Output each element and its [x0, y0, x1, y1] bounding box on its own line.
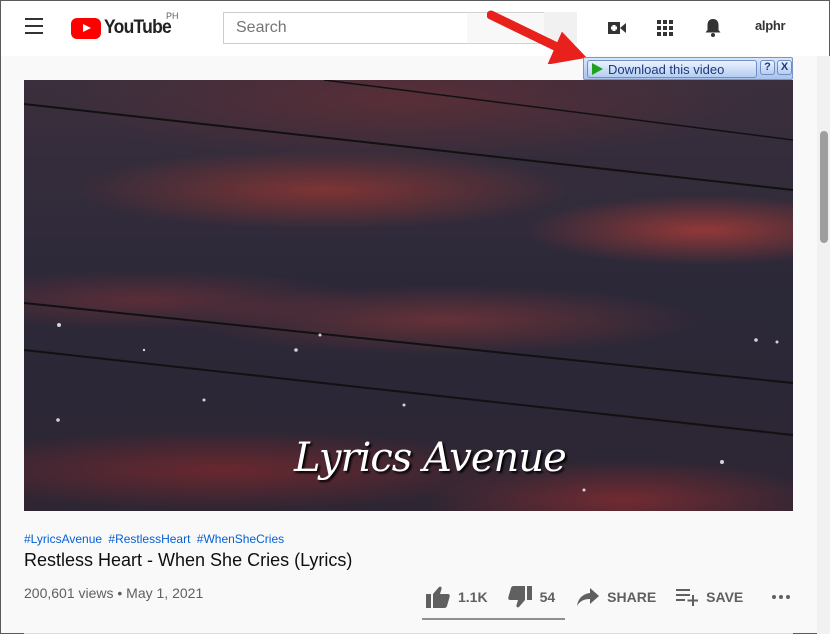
video-title: Restless Heart - When She Cries (Lyrics)	[24, 550, 353, 570]
create-video-icon[interactable]	[605, 16, 629, 40]
dislike-button[interactable]: 54	[507, 586, 556, 608]
playlist-add-icon	[676, 589, 699, 606]
search-input[interactable]	[223, 12, 468, 44]
save-label: SAVE	[706, 589, 744, 605]
share-button[interactable]: SHARE	[577, 588, 656, 606]
hashtag-link[interactable]: #RestlessHeart	[108, 532, 190, 546]
video-player[interactable]: Lyrics Avenue	[24, 80, 793, 511]
like-dislike-bar	[422, 618, 565, 620]
red-arrow-annotation	[487, 10, 587, 64]
share-label: SHARE	[607, 589, 657, 605]
like-count: 1.1K	[458, 589, 488, 605]
top-bar: YouTube PH alphr	[1, 1, 829, 56]
hashtag-list: #LyricsAvenue #RestlessHeart #WhenSheCri…	[24, 532, 287, 546]
download-help-button[interactable]: ?	[760, 60, 775, 75]
country-code: PH	[166, 11, 179, 21]
hashtag-link[interactable]: #LyricsAvenue	[24, 532, 102, 546]
account-avatar[interactable]: alphr	[755, 18, 786, 33]
youtube-logo[interactable]: YouTube PH	[71, 11, 179, 40]
youtube-play-icon	[71, 17, 101, 39]
notifications-bell-icon[interactable]	[701, 16, 725, 40]
share-arrow-icon	[577, 588, 600, 606]
save-button[interactable]: SAVE	[676, 588, 743, 606]
video-overlay-text: Lyrics Avenue	[294, 435, 567, 481]
download-label: Download this video	[608, 61, 725, 77]
video-actions: 1.1K 54 SHARE SAVE	[426, 585, 799, 609]
like-ratio-fill	[422, 618, 558, 620]
dislike-count: 54	[539, 589, 556, 605]
scrollbar-thumb[interactable]	[820, 131, 828, 243]
views-and-date: 200,601 views • May 1, 2021	[24, 585, 204, 601]
download-close-button[interactable]: X	[777, 60, 792, 75]
apps-grid-icon[interactable]	[653, 16, 677, 40]
thumbs-up-icon	[426, 586, 450, 608]
hashtag-link[interactable]: #WhenSheCries	[197, 532, 284, 546]
page-scrollbar[interactable]	[817, 56, 830, 634]
logo-wordmark: YouTube	[104, 17, 172, 38]
more-options-icon[interactable]	[771, 594, 799, 600]
thumbs-down-icon	[507, 586, 532, 608]
download-video-button[interactable]: Download this video	[587, 60, 757, 78]
like-button[interactable]: 1.1K	[426, 586, 488, 608]
download-widget: Download this video ? X	[583, 57, 793, 80]
hamburger-menu-icon[interactable]	[25, 18, 47, 36]
play-triangle-icon	[592, 63, 603, 75]
